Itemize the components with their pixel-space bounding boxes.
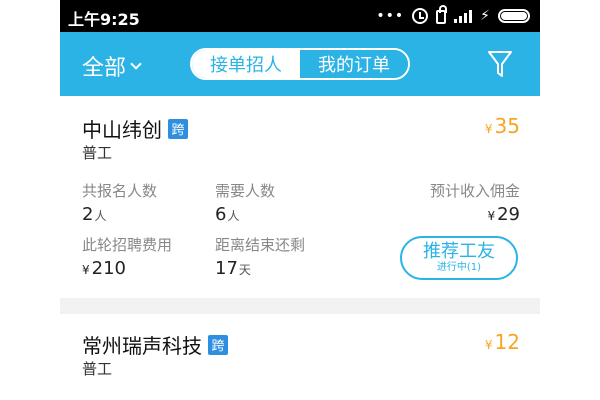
- signal-icon: [454, 9, 473, 23]
- time-remaining-unit: 天: [238, 263, 251, 277]
- recommend-worker-status: 进行中(1): [436, 262, 482, 273]
- status-icons: ••• ⚡: [376, 5, 530, 24]
- time-remaining-label: 距离结束还剩: [215, 236, 306, 254]
- currency-symbol: ¥: [82, 263, 90, 277]
- phone-screen: 上午9:25 ••• ⚡ 全部 接单招人 我的订单 中山纬创 跨 普工 ¥ 35…: [60, 0, 540, 400]
- company-name: 中山纬创 跨: [82, 114, 188, 143]
- currency-symbol: ¥: [484, 338, 493, 352]
- all-filter-label: 全部: [82, 56, 127, 81]
- job-type: 普工: [82, 144, 113, 162]
- needed-count-label: 需要人数: [215, 182, 276, 200]
- recruit-fee-number: 210: [91, 258, 126, 279]
- order-card[interactable]: 常州瑞声科技 跨 普工 ¥12: [60, 314, 540, 400]
- chevron-down-icon: [130, 58, 142, 70]
- expected-commission-number: 29: [497, 204, 520, 225]
- registered-count-unit: 人: [94, 209, 107, 223]
- recruit-fee-label: 此轮招聘费用: [82, 236, 173, 254]
- currency-symbol: ¥: [487, 209, 496, 223]
- tab-accept-orders[interactable]: 接单招人: [192, 50, 300, 78]
- recruit-fee-value: ¥210: [82, 258, 126, 279]
- price-value: 35: [494, 114, 520, 138]
- filter-icon[interactable]: [488, 50, 512, 78]
- battery-icon: [498, 8, 530, 23]
- tab-accept-orders-label: 接单招人: [210, 55, 282, 76]
- company-name: 常州瑞声科技 跨: [82, 330, 228, 359]
- recommend-worker-label: 推荐工友: [423, 241, 495, 262]
- needed-count-unit: 人: [227, 209, 240, 223]
- tab-my-orders-label: 我的订单: [318, 55, 390, 76]
- registered-count-label: 共报名人数: [82, 182, 158, 200]
- registered-count-value: 2人: [82, 204, 106, 225]
- lock-icon: [436, 5, 448, 24]
- charging-bolt-icon: ⚡: [480, 7, 490, 24]
- company-name-text: 常州瑞声科技: [82, 334, 202, 358]
- cross-region-badge: 跨: [168, 118, 188, 139]
- app-header: 全部 接单招人 我的订单: [60, 32, 540, 96]
- registered-count-number: 2: [82, 204, 94, 225]
- company-name-text: 中山纬创: [82, 118, 162, 142]
- price: ¥35: [485, 114, 520, 138]
- needed-count-number: 6: [215, 204, 227, 225]
- job-type: 普工: [82, 360, 113, 378]
- notification-dots-icon: •••: [376, 7, 405, 24]
- order-tabs: 接单招人 我的订单: [190, 48, 410, 80]
- expected-commission-value: ¥29: [487, 204, 520, 225]
- time-remaining-value: 17天: [215, 258, 251, 279]
- currency-symbol: ¥: [484, 122, 493, 136]
- status-time: 上午9:25: [68, 10, 140, 29]
- price-value: 12: [494, 330, 520, 354]
- all-filter-dropdown[interactable]: 全部: [82, 50, 142, 82]
- alarm-icon: [412, 7, 429, 24]
- cross-region-badge: 跨: [208, 334, 228, 355]
- needed-count-value: 6人: [215, 204, 239, 225]
- recommend-worker-button[interactable]: 推荐工友 进行中(1): [400, 236, 518, 280]
- price: ¥12: [485, 330, 520, 354]
- status-bar: 上午9:25 ••• ⚡: [60, 0, 540, 32]
- time-remaining-number: 17: [215, 258, 238, 279]
- tab-my-orders[interactable]: 我的订单: [300, 50, 408, 78]
- expected-commission-label: 预计收入佣金: [429, 182, 520, 200]
- order-card[interactable]: 中山纬创 跨 普工 ¥35 共报名人数 2人 需要人数 6人 预计收入佣金 ¥2…: [60, 96, 540, 298]
